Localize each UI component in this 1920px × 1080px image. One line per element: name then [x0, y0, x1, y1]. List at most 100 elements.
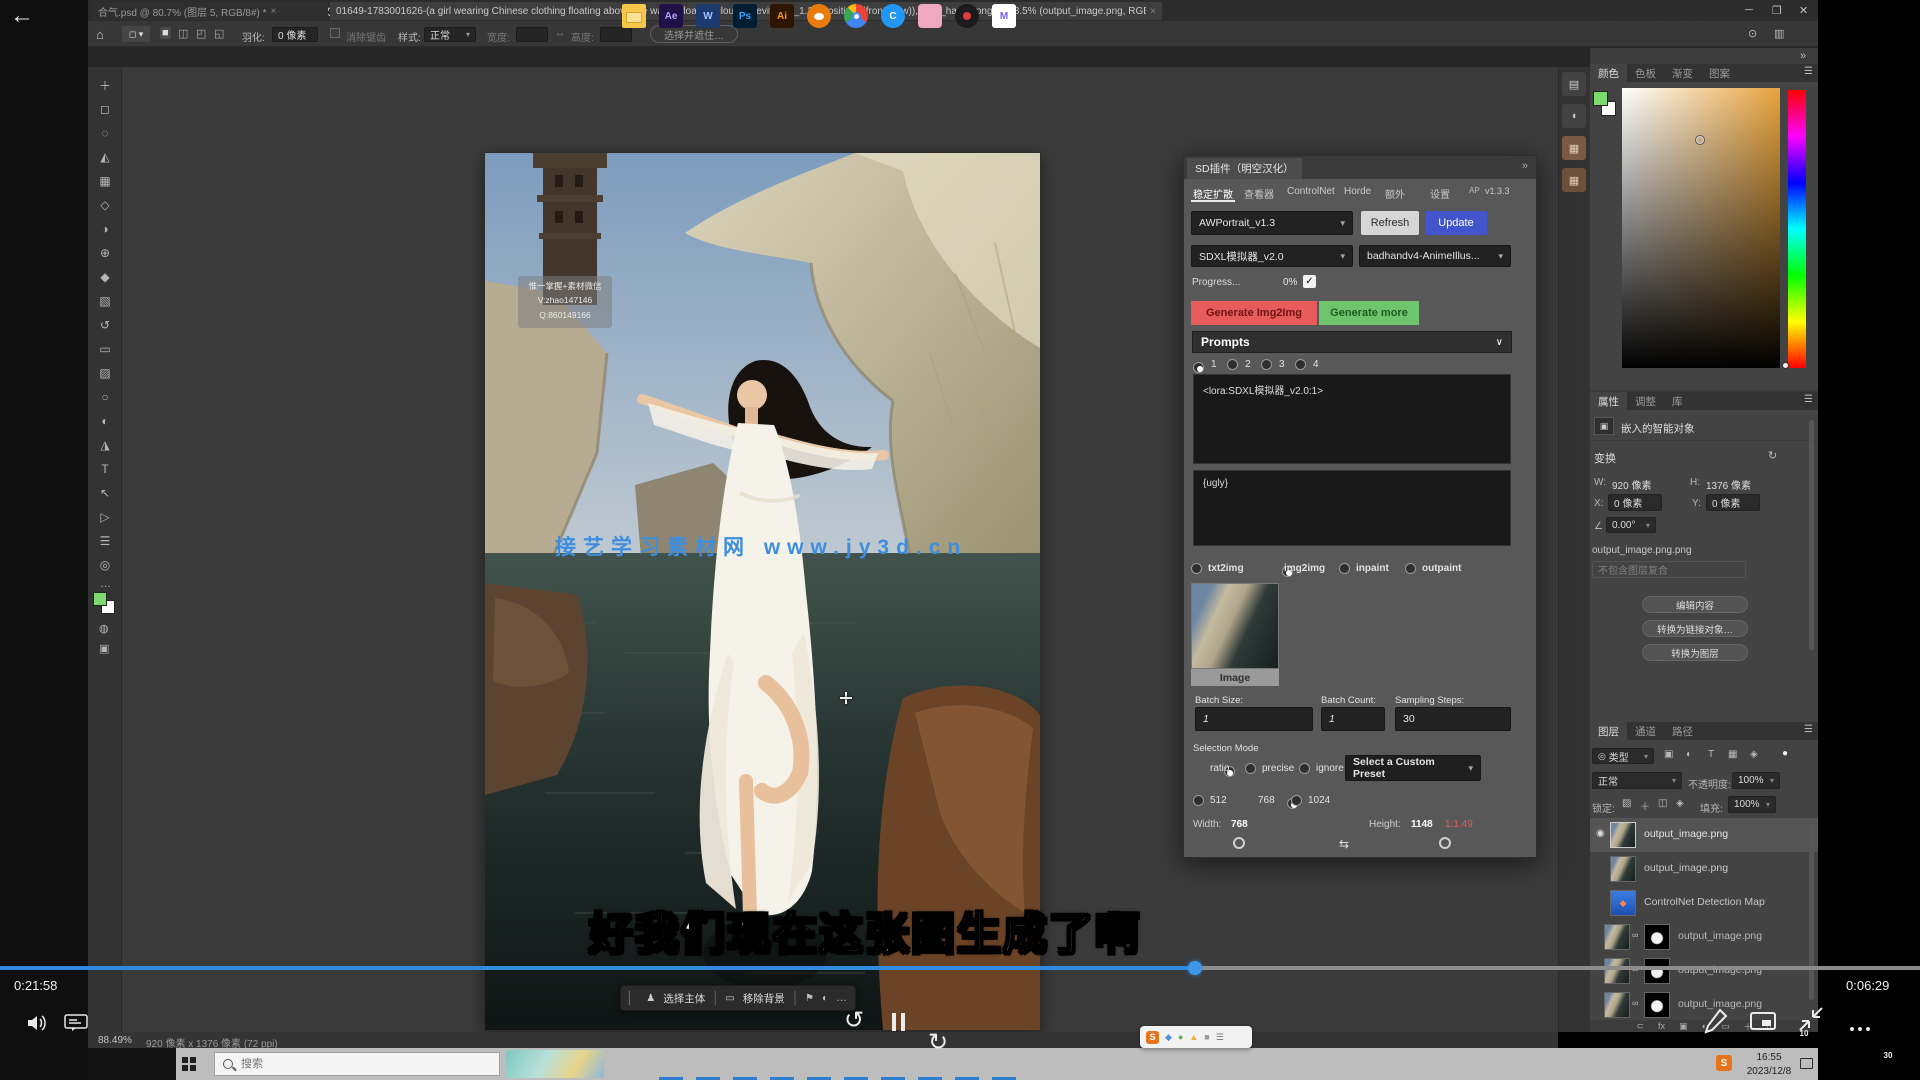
selection-mode-intersect-icon[interactable]: ◱ [214, 27, 224, 40]
inpaint-label[interactable]: inpaint [1356, 563, 1389, 574]
shrink-screen-icon[interactable] [1798, 1006, 1824, 1032]
sd-tab-extra[interactable]: 额外 [1385, 186, 1405, 201]
tool-icon[interactable]: ○ [88, 385, 122, 409]
tool-icon[interactable]: ▷ [88, 505, 122, 529]
size-768-label[interactable]: 768 [1258, 795, 1275, 806]
sd-panel-collapse-icon[interactable]: » [1522, 160, 1528, 172]
window-minimize-button[interactable]: ─ [1745, 4, 1753, 16]
tool-icon[interactable]: ◎ [88, 553, 122, 577]
reset-transform-icon[interactable]: ↻ [1768, 449, 1777, 462]
generate-img2img-button[interactable]: Generate Img2Img [1191, 301, 1317, 325]
ime-icon[interactable]: S [1716, 1055, 1732, 1071]
layers-scrollbar[interactable] [1809, 820, 1814, 1000]
txt2img-radio[interactable] [1191, 563, 1202, 574]
width-slider-knob[interactable] [1233, 837, 1245, 849]
tool-icon[interactable]: ◇ [88, 193, 122, 217]
layer-name[interactable]: output_image.png [1644, 828, 1728, 840]
search-input[interactable] [239, 1057, 439, 1071]
link-dimensions-icon[interactable]: ⇆ [1339, 837, 1349, 851]
seek-handle[interactable] [1188, 961, 1202, 975]
tool-icon[interactable]: ◌ [88, 121, 122, 145]
swap-dimensions-icon[interactable]: ↔ [555, 28, 565, 39]
filter-pixel-layers-icon[interactable]: ▣ [1664, 749, 1673, 760]
tool-icon[interactable]: ▭ [88, 337, 122, 361]
tab-close-icon[interactable]: × [1150, 6, 1156, 17]
precise-label[interactable]: precise [1262, 763, 1294, 774]
prompt-slot-4-radio[interactable] [1295, 359, 1306, 370]
lock-all-icon[interactable]: ◈ [1676, 798, 1684, 809]
panel-menu-icon[interactable]: ☰ [1804, 66, 1813, 77]
tool-icon[interactable]: ◻ [88, 97, 122, 121]
tool-icon[interactable]: ▦ [88, 169, 122, 193]
size-1024-label[interactable]: 1024 [1308, 795, 1330, 806]
window-close-button[interactable]: ✕ [1799, 4, 1808, 17]
app-pink-icon[interactable] [918, 4, 942, 28]
tool-icon[interactable]: ◭ [88, 145, 122, 169]
ignore-radio[interactable] [1299, 763, 1310, 774]
prompts-header[interactable]: Prompts ∨ [1192, 331, 1512, 353]
chevron-down-icon[interactable]: ∨ [1496, 337, 1503, 348]
x-input[interactable]: 0 像素 [1608, 494, 1662, 511]
filter-adjustment-icon[interactable]: ◐ [1686, 749, 1692, 760]
prompt-slot-2-radio[interactable] [1227, 359, 1238, 370]
chrome-icon[interactable] [844, 4, 868, 28]
layer-name[interactable]: output_image.png [1644, 862, 1728, 874]
tool-icon[interactable]: ↖ [88, 481, 122, 505]
toolbar-more-icon[interactable]: … [100, 578, 111, 590]
layer-thumbnail[interactable]: ◆ [1610, 890, 1636, 916]
antialias-checkbox[interactable] [330, 28, 340, 38]
layer-row[interactable]: ∞ output_image.png [1590, 954, 1818, 988]
prompt-slot-1-label[interactable]: 1 [1211, 359, 1217, 370]
update-button[interactable]: Update [1425, 211, 1487, 235]
layer-filter-dropdown[interactable]: ◎ 类型▾ [1592, 748, 1654, 764]
hue-slider-marker[interactable] [1782, 362, 1789, 369]
sd-tab-viewer[interactable]: 查看器 [1244, 186, 1274, 201]
fg-color-chip[interactable] [1593, 91, 1608, 106]
after-effects-icon[interactable]: Ae [659, 4, 683, 28]
selection-mode-subtract-icon[interactable]: ◰ [196, 27, 206, 40]
negative-prompt-textarea[interactable]: {ugly} [1193, 470, 1511, 546]
layer-name[interactable]: ControlNet Detection Map [1644, 896, 1765, 908]
tab-properties[interactable]: 属性 [1590, 392, 1627, 410]
tray-network-icon[interactable]: ▦ [1697, 9, 1707, 22]
notification-center-icon[interactable] [1800, 1058, 1813, 1069]
word-icon[interactable]: W [696, 4, 720, 28]
batch-size-input[interactable]: 1 [1195, 707, 1313, 731]
layer-thumbnail[interactable] [1610, 822, 1636, 848]
size-512-radio[interactable] [1193, 795, 1204, 806]
illustrator-icon[interactable]: Ai [770, 4, 794, 28]
start-button[interactable] [182, 1057, 196, 1071]
quick-mask-icon[interactable]: ◍ [99, 622, 109, 635]
ignore-label[interactable]: ignore [1316, 763, 1344, 774]
tool-icon[interactable]: T [88, 457, 122, 481]
tool-icon[interactable]: ↺ [88, 313, 122, 337]
inpaint-radio[interactable] [1339, 563, 1350, 574]
convert-to-linked-button[interactable]: 转换为链接对象… [1642, 620, 1748, 637]
refresh-button[interactable]: Refresh [1361, 211, 1419, 235]
workspace-icon[interactable]: ▥ [1774, 27, 1784, 40]
tray-expand-icon[interactable]: ∧ [1583, 9, 1591, 22]
feather-input[interactable]: 0 像素 [272, 27, 318, 42]
tab-patterns[interactable]: 图案 [1701, 64, 1738, 82]
tab-layers[interactable]: 图层 [1590, 722, 1627, 740]
convert-to-layers-button[interactable]: 转换为图层 [1642, 644, 1748, 661]
tab-color[interactable]: 颜色 [1590, 64, 1627, 82]
tool-icon[interactable]: ◑ [88, 217, 122, 241]
adjustments-icon[interactable]: ◐ [822, 993, 828, 1004]
tab-swatches[interactable]: 色板 [1627, 64, 1664, 82]
hue-slider[interactable] [1788, 90, 1806, 368]
tool-icon[interactable]: ◐ [88, 409, 122, 433]
tray-volume-icon[interactable]: ◁ [1659, 9, 1667, 22]
tool-icon[interactable]: ▨ [88, 361, 122, 385]
size-1024-radio[interactable] [1291, 795, 1302, 806]
ratio-label[interactable]: ratio [1210, 763, 1229, 774]
app-m-icon[interactable]: M [992, 4, 1016, 28]
lock-position-icon[interactable]: ◫ [1658, 798, 1667, 809]
taskbar-search-box[interactable] [214, 1052, 500, 1076]
plugin-panel-icon[interactable]: ▦ [1562, 136, 1586, 160]
sd-panel-title[interactable]: SD插件（明空汉化） [1187, 158, 1302, 179]
height-input[interactable] [600, 27, 632, 42]
app-c-icon[interactable]: C [881, 4, 905, 28]
annotate-pencil-icon[interactable] [1704, 1008, 1728, 1034]
selection-mode-add-icon[interactable]: ◫ [178, 27, 188, 40]
